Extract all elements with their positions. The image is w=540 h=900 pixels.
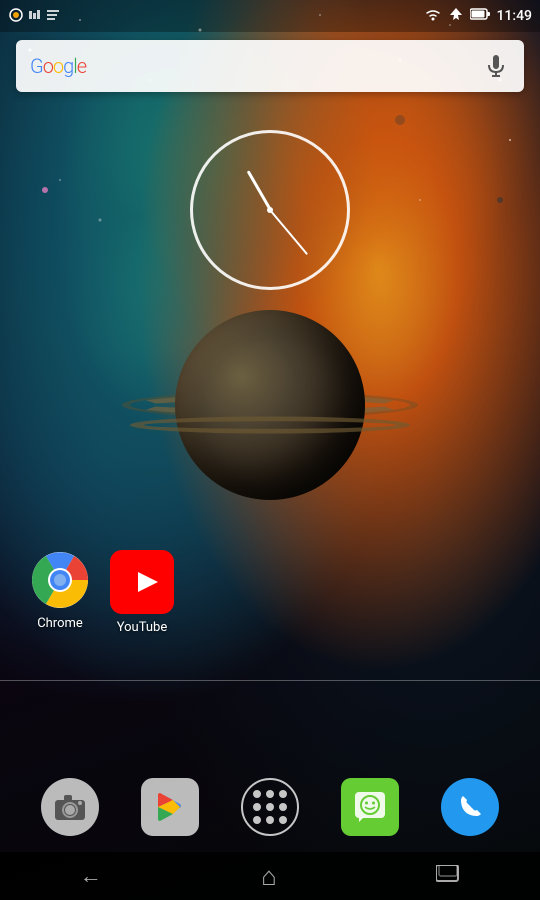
phone-icon-bg	[441, 778, 499, 836]
chrome-app[interactable]: Chrome	[30, 550, 90, 635]
home-apps-area: Chrome YouTube	[0, 540, 540, 645]
saturn-body	[175, 310, 365, 500]
clock-center-dot	[267, 207, 273, 213]
camera-dock-icon[interactable]	[40, 777, 100, 837]
wifi-icon	[424, 7, 442, 25]
youtube-label: YouTube	[117, 620, 168, 635]
home-button[interactable]: ⌂	[261, 861, 277, 892]
status-left-icons	[8, 7, 60, 26]
youtube-icon	[110, 550, 174, 614]
apps-dot	[279, 803, 287, 811]
dock-bar	[0, 762, 540, 852]
notification-icon-1	[8, 7, 24, 26]
google-search-bar[interactable]: Google	[16, 40, 524, 92]
messenger-icon-bg	[341, 778, 399, 836]
time-display: 11:49	[496, 8, 532, 24]
apps-dot	[279, 816, 287, 824]
planet-saturn	[130, 280, 410, 500]
navigation-bar: ← ⌂	[0, 852, 540, 900]
playstore-dock-icon[interactable]	[140, 777, 200, 837]
phone-dock-icon[interactable]	[440, 777, 500, 837]
clock-hour-hand	[246, 170, 271, 210]
battery-icon	[470, 8, 490, 24]
status-right-icons: 11:49	[424, 7, 532, 25]
chrome-label: Chrome	[37, 616, 83, 631]
saturn-ring-front	[130, 416, 410, 433]
clock-widget	[190, 130, 350, 290]
apps-dot	[253, 803, 261, 811]
messenger-dock-icon[interactable]	[340, 777, 400, 837]
voice-search-button[interactable]	[482, 52, 510, 80]
apps-dot	[279, 790, 287, 798]
apps-dot	[266, 790, 274, 798]
chrome-icon	[30, 550, 90, 610]
back-button[interactable]: ←	[80, 863, 102, 889]
apps-dot	[253, 816, 261, 824]
apps-dot	[266, 816, 274, 824]
status-bar: 11:49	[0, 0, 540, 32]
apps-grid-dock-icon[interactable]	[240, 777, 300, 837]
apps-icon-bg	[241, 778, 299, 836]
apps-dots-grid	[253, 790, 287, 824]
playstore-icon-bg	[141, 778, 199, 836]
camera-icon-bg	[41, 778, 99, 836]
clock-minute-hand	[269, 209, 308, 255]
youtube-app[interactable]: YouTube	[110, 550, 174, 635]
google-logo: Google	[30, 54, 86, 78]
airplane-icon	[448, 7, 464, 25]
recents-button[interactable]	[436, 864, 460, 889]
notification-icon-3	[46, 8, 60, 25]
dock-divider	[0, 680, 540, 681]
apps-dot	[266, 803, 274, 811]
clock-face	[190, 130, 350, 290]
apps-dot	[253, 790, 261, 798]
notification-icon-2	[28, 8, 42, 25]
